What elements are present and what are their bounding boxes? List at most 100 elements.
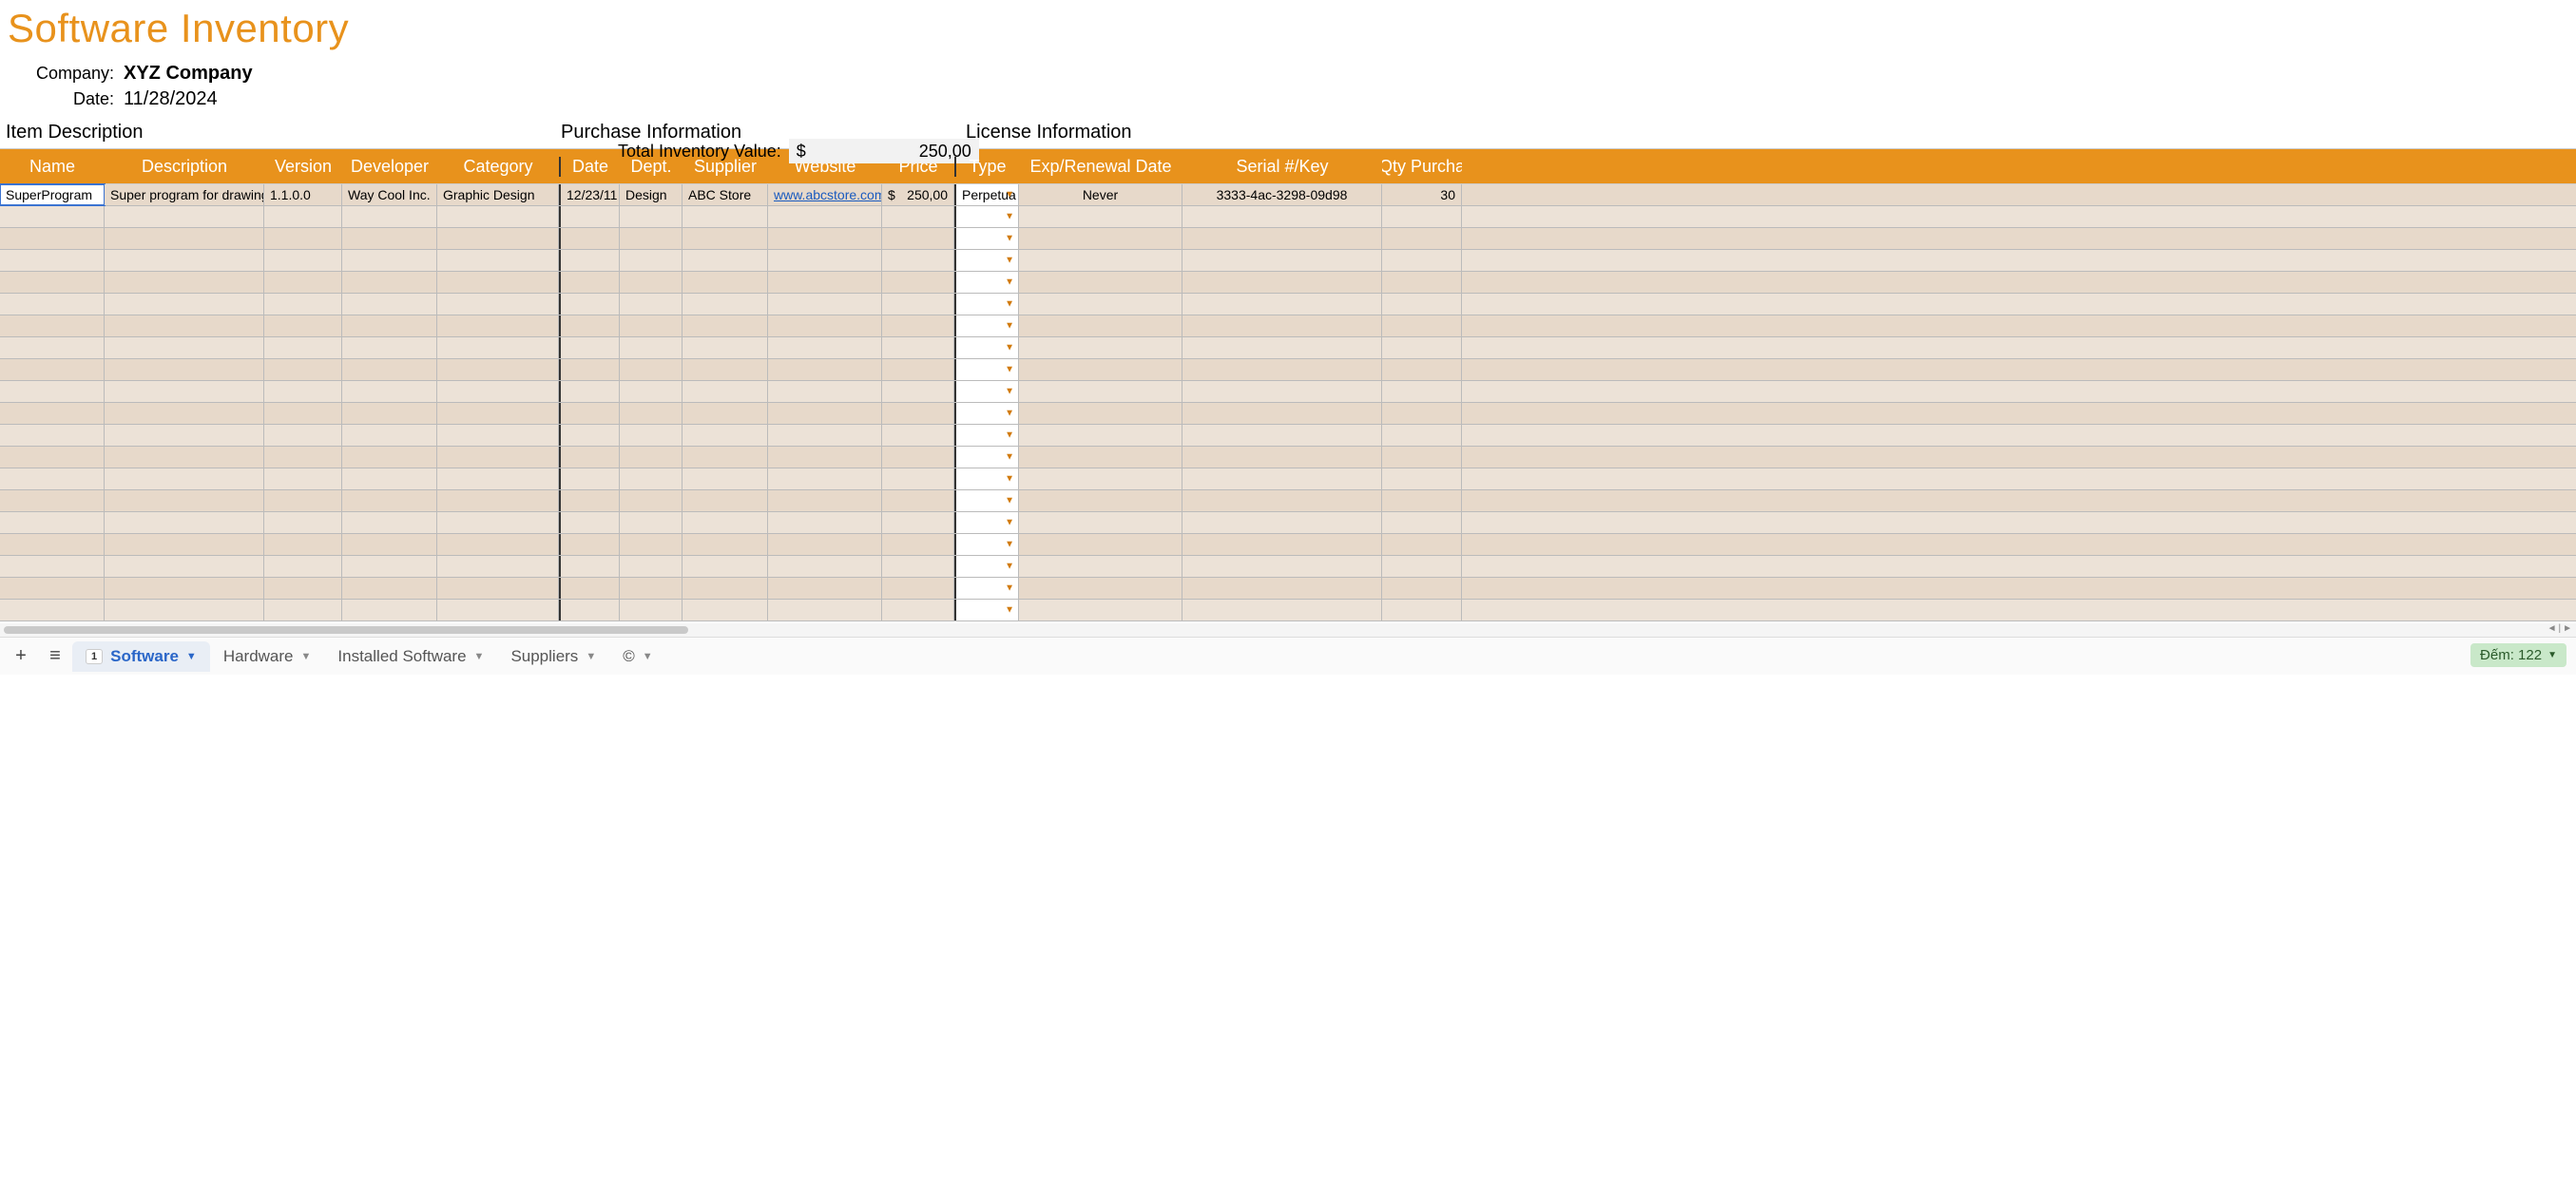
col-serial[interactable]: Serial #/Key [1182, 157, 1382, 177]
col-category[interactable]: Category [437, 157, 559, 177]
cell-supplier[interactable] [682, 556, 768, 577]
cell-category[interactable] [437, 272, 559, 293]
cell-type[interactable]: ▼ [954, 578, 1019, 599]
cell-type[interactable]: ▼ [954, 337, 1019, 358]
cell-price[interactable] [882, 315, 954, 336]
cell-supplier[interactable] [682, 272, 768, 293]
table-row[interactable]: ▼ [0, 425, 2576, 447]
cell-version[interactable] [264, 425, 342, 446]
cell-description[interactable] [105, 206, 264, 227]
table-row[interactable]: ▼ [0, 381, 2576, 403]
cell-supplier[interactable] [682, 578, 768, 599]
cell-category[interactable] [437, 425, 559, 446]
cell-description[interactable] [105, 359, 264, 380]
cell-price[interactable] [882, 228, 954, 249]
cell-description[interactable] [105, 556, 264, 577]
cell-qty[interactable] [1382, 228, 1462, 249]
cell-serial[interactable] [1182, 250, 1382, 271]
cell-serial[interactable] [1182, 534, 1382, 555]
cell-price[interactable] [882, 250, 954, 271]
cell-supplier[interactable] [682, 381, 768, 402]
cell-description[interactable] [105, 512, 264, 533]
chevron-down-icon[interactable]: ▼ [1005, 321, 1014, 332]
table-row[interactable]: ▼ [0, 600, 2576, 621]
cell-supplier[interactable] [682, 468, 768, 489]
cell-name[interactable] [0, 425, 105, 446]
cell-qty[interactable] [1382, 556, 1462, 577]
cell-price[interactable] [882, 337, 954, 358]
col-type[interactable]: Type [954, 157, 1019, 177]
cell-category[interactable] [437, 315, 559, 336]
cell-developer[interactable] [342, 359, 437, 380]
cell-version[interactable] [264, 250, 342, 271]
cell-description[interactable] [105, 381, 264, 402]
cell-version[interactable] [264, 381, 342, 402]
cell-category[interactable] [437, 578, 559, 599]
cell-date[interactable] [559, 337, 620, 358]
table-row[interactable]: ▼ [0, 468, 2576, 490]
cell-serial[interactable] [1182, 447, 1382, 468]
cell-supplier[interactable] [682, 294, 768, 315]
cell-description[interactable] [105, 425, 264, 446]
cell-date[interactable] [559, 600, 620, 621]
cell-dept[interactable] [620, 468, 682, 489]
table-row[interactable]: SuperProgramSuper program for drawing1.1… [0, 184, 2576, 206]
cell-qty[interactable] [1382, 315, 1462, 336]
cell-dept[interactable] [620, 578, 682, 599]
cell-serial[interactable] [1182, 272, 1382, 293]
table-row[interactable]: ▼ [0, 490, 2576, 512]
cell-version[interactable] [264, 228, 342, 249]
cell-description[interactable] [105, 294, 264, 315]
chevron-down-icon[interactable]: ▼ [1005, 256, 1014, 266]
cell-dept[interactable] [620, 337, 682, 358]
cell-name[interactable]: SuperProgram [0, 184, 105, 205]
cell-exp-renewal[interactable] [1019, 359, 1182, 380]
cell-version[interactable] [264, 490, 342, 511]
cell-date[interactable] [559, 578, 620, 599]
cell-developer[interactable] [342, 468, 437, 489]
cell-serial[interactable] [1182, 337, 1382, 358]
cell-dept[interactable] [620, 490, 682, 511]
cell-exp-renewal[interactable] [1019, 250, 1182, 271]
cell-serial[interactable] [1182, 578, 1382, 599]
chevron-down-icon[interactable]: ▼ [1005, 583, 1014, 594]
cell-description[interactable] [105, 315, 264, 336]
chevron-down-icon[interactable]: ▼ [301, 651, 312, 662]
cell-website[interactable] [768, 468, 882, 489]
cell-qty[interactable] [1382, 206, 1462, 227]
cell-price[interactable] [882, 534, 954, 555]
cell-name[interactable] [0, 381, 105, 402]
cell-developer[interactable] [342, 206, 437, 227]
cell-date[interactable] [559, 228, 620, 249]
cell-version[interactable] [264, 578, 342, 599]
cell-description[interactable]: Super program for drawing [105, 184, 264, 205]
cell-supplier[interactable] [682, 600, 768, 621]
cell-name[interactable] [0, 534, 105, 555]
cell-exp-renewal[interactable] [1019, 600, 1182, 621]
cell-developer[interactable] [342, 403, 437, 424]
chevron-down-icon[interactable]: ▼ [1005, 605, 1014, 616]
cell-category[interactable] [437, 250, 559, 271]
cell-name[interactable] [0, 272, 105, 293]
cell-name[interactable] [0, 578, 105, 599]
cell-type[interactable]: ▼ [954, 512, 1019, 533]
cell-type[interactable]: ▼ [954, 228, 1019, 249]
cell-price[interactable] [882, 272, 954, 293]
cell-name[interactable] [0, 512, 105, 533]
cell-website[interactable] [768, 294, 882, 315]
cell-website[interactable] [768, 337, 882, 358]
date-value[interactable]: 11/28/2024 [124, 88, 218, 110]
cell-qty[interactable] [1382, 490, 1462, 511]
cell-website[interactable] [768, 359, 882, 380]
cell-website[interactable] [768, 228, 882, 249]
cell-supplier[interactable] [682, 250, 768, 271]
cell-website[interactable] [768, 206, 882, 227]
cell-description[interactable] [105, 337, 264, 358]
cell-supplier[interactable] [682, 315, 768, 336]
chevron-down-icon[interactable]: ▼ [1005, 365, 1014, 375]
cell-website[interactable] [768, 272, 882, 293]
cell-supplier[interactable] [682, 490, 768, 511]
cell-type[interactable]: ▼ [954, 468, 1019, 489]
cell-developer[interactable] [342, 490, 437, 511]
cell-date[interactable] [559, 556, 620, 577]
